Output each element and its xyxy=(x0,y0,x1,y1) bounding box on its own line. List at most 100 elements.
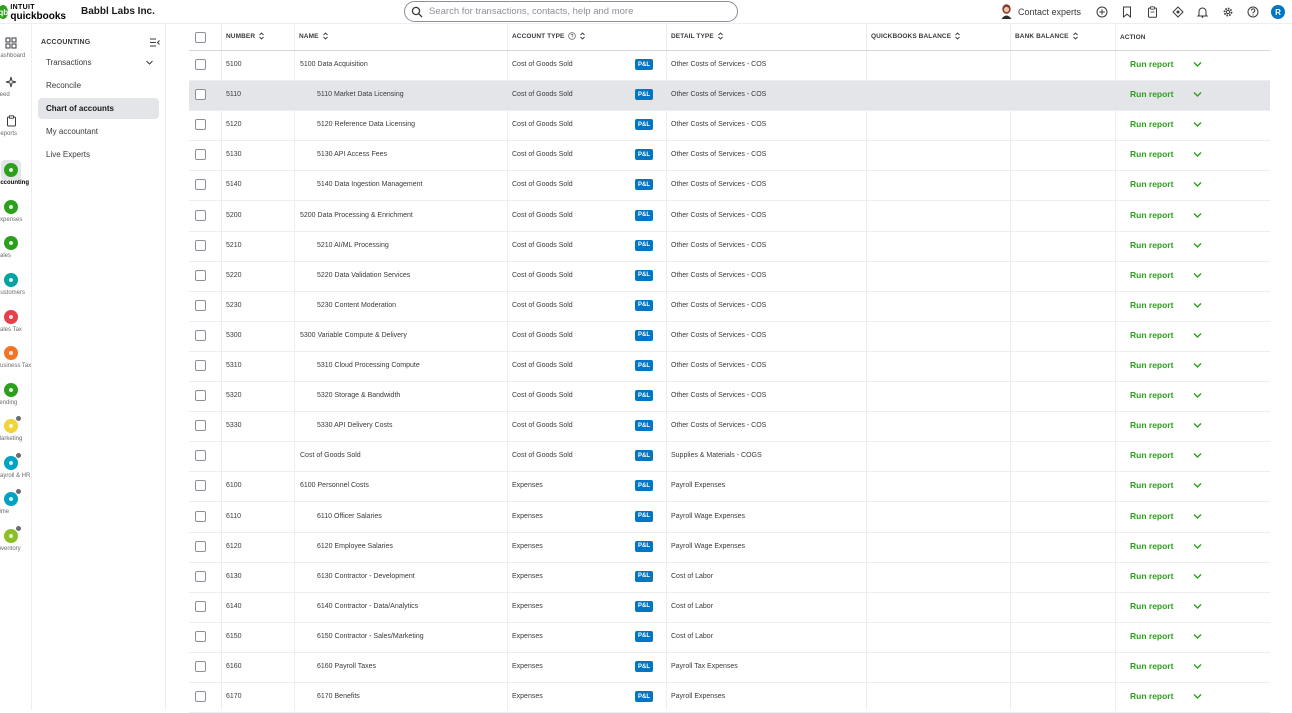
rail-item-payroll[interactable]: Payroll & HR xyxy=(0,453,32,479)
chevron-down-icon[interactable] xyxy=(1193,573,1202,580)
chevron-down-icon[interactable] xyxy=(1193,633,1202,640)
column-header-quickbooks-balance[interactable]: QUICKBOOKS BALANCE xyxy=(871,32,960,40)
row-checkbox[interactable] xyxy=(195,239,206,251)
run-report-link[interactable]: Run report xyxy=(1130,420,1173,430)
chevron-down-icon[interactable] xyxy=(1193,513,1202,520)
help-icon[interactable] xyxy=(1246,5,1260,19)
chevron-down-icon[interactable] xyxy=(1193,663,1202,670)
table-row[interactable]: Cost of Goods Sold Cost of Goods Sold P&L S… xyxy=(189,442,1270,473)
run-report-link[interactable]: Run report xyxy=(1130,210,1173,220)
run-report-link[interactable]: Run report xyxy=(1130,631,1173,641)
table-row[interactable]: 5100 5100 Data Acquisition Cost of Goods S… xyxy=(189,51,1270,81)
subnav-item-transactions[interactable]: Transactions xyxy=(38,52,159,73)
settings-gear-icon[interactable] xyxy=(1221,5,1235,19)
run-report-link[interactable]: Run report xyxy=(1130,571,1173,581)
row-checkbox[interactable] xyxy=(195,89,206,101)
run-report-link[interactable]: Run report xyxy=(1130,270,1173,280)
rail-item-expenses[interactable]: Expenses xyxy=(0,200,32,223)
column-header-number[interactable]: NUMBER xyxy=(226,32,264,40)
chevron-down-icon[interactable] xyxy=(1193,392,1202,399)
subnav-item-chart-of-accounts[interactable]: Chart of accounts xyxy=(38,98,159,119)
row-checkbox[interactable] xyxy=(195,59,206,70)
subnav-item-live-experts[interactable]: Live Experts xyxy=(38,144,159,165)
row-checkbox[interactable] xyxy=(195,480,206,492)
subnav-item-reconcile[interactable]: Reconcile xyxy=(38,75,159,96)
rail-item-dashboard[interactable]: Dashboard xyxy=(0,36,32,59)
chevron-down-icon[interactable] xyxy=(1193,151,1202,158)
user-avatar[interactable]: R xyxy=(1271,5,1285,19)
row-checkbox[interactable] xyxy=(195,329,206,341)
search-bar[interactable]: Search for transactions, contacts, help … xyxy=(404,1,738,22)
run-report-link[interactable]: Run report xyxy=(1130,179,1173,189)
rail-item-sales[interactable]: Sales xyxy=(0,236,32,259)
table-row[interactable]: 6120 6120 Employee Salaries Expenses P&L Pay… xyxy=(189,533,1270,563)
rail-item-sales-tax[interactable]: Sales Tax xyxy=(0,310,32,333)
row-checkbox[interactable] xyxy=(195,630,206,642)
contact-experts-button[interactable]: Contact experts xyxy=(1000,4,1081,19)
row-checkbox[interactable] xyxy=(195,269,206,281)
run-report-link[interactable]: Run report xyxy=(1130,661,1173,671)
table-row[interactable]: 5110 5110 Market Data Licensing Cost of Go… xyxy=(189,81,1270,112)
chevron-down-icon[interactable] xyxy=(1193,181,1202,188)
chevron-down-icon[interactable] xyxy=(1193,422,1202,429)
rail-item-time[interactable]: Time xyxy=(0,489,32,515)
row-checkbox[interactable] xyxy=(195,360,206,371)
row-checkbox[interactable] xyxy=(195,149,206,161)
run-report-link[interactable]: Run report xyxy=(1130,541,1173,551)
table-row[interactable]: 5300 5300 Variable Compute & Delivery Cost… xyxy=(189,322,1270,352)
chevron-down-icon[interactable] xyxy=(1193,543,1202,550)
column-header-detail-type[interactable]: DETAIL TYPE xyxy=(671,32,723,40)
chevron-down-icon[interactable] xyxy=(1193,452,1202,459)
notifications-bell-icon[interactable] xyxy=(1196,5,1210,19)
row-checkbox[interactable] xyxy=(195,600,206,612)
row-checkbox[interactable] xyxy=(195,420,206,432)
table-row[interactable]: 5310 5310 Cloud Processing Compute Cost of… xyxy=(189,352,1270,382)
collapse-menu-icon[interactable] xyxy=(150,38,160,47)
run-report-link[interactable]: Run report xyxy=(1130,330,1173,340)
table-row[interactable]: 5140 5140 Data Ingestion Management Cost o… xyxy=(189,171,1270,202)
run-report-link[interactable]: Run report xyxy=(1130,691,1173,701)
row-checkbox[interactable] xyxy=(195,390,206,402)
table-row[interactable]: 6150 6150 Contractor - Sales/Marketing Exp… xyxy=(189,623,1270,653)
row-checkbox[interactable] xyxy=(195,661,206,672)
chevron-down-icon[interactable] xyxy=(1193,212,1202,219)
chevron-down-icon[interactable] xyxy=(1193,362,1202,369)
table-row[interactable]: 6140 6140 Contractor - Data/Analytics Expe… xyxy=(189,593,1270,623)
table-row[interactable]: 5320 5320 Storage & Bandwidth Cost of Good… xyxy=(189,382,1270,413)
run-report-link[interactable]: Run report xyxy=(1130,390,1173,400)
row-checkbox[interactable] xyxy=(195,299,206,311)
table-row[interactable]: 5120 5120 Reference Data Licensing Cost of… xyxy=(189,111,1270,142)
table-row[interactable]: 6160 6160 Payroll Taxes Expenses P&L Payroll… xyxy=(189,653,1270,683)
table-row[interactable]: 5220 5220 Data Validation Services Cost of… xyxy=(189,262,1270,292)
table-row[interactable]: 6100 6100 Personnel Costs Expenses P&L Payro… xyxy=(189,472,1270,503)
chevron-down-icon[interactable] xyxy=(1193,482,1202,489)
apps-icon[interactable] xyxy=(1171,5,1185,19)
run-report-link[interactable]: Run report xyxy=(1130,89,1173,99)
quickbooks-logo[interactable]: qb INTUIT quickbooks xyxy=(0,2,66,22)
chevron-down-icon[interactable] xyxy=(1193,121,1202,128)
table-row[interactable]: 5200 5200 Data Processing & Enrichment Cos… xyxy=(189,202,1270,232)
chevron-down-icon[interactable] xyxy=(1193,302,1202,309)
run-report-link[interactable]: Run report xyxy=(1130,480,1173,490)
column-header-bank-balance[interactable]: BANK BALANCE xyxy=(1015,32,1078,40)
chevron-down-icon[interactable] xyxy=(1193,242,1202,249)
run-report-link[interactable]: Run report xyxy=(1130,450,1173,460)
search-input[interactable]: Search for transactions, contacts, help … xyxy=(429,6,633,17)
table-row[interactable]: 6170 6170 Benefits Expenses P&L Payroll Expe… xyxy=(189,683,1270,713)
column-header-account-type[interactable]: ACCOUNT TYPE xyxy=(512,32,586,40)
table-row[interactable]: 5130 5130 API Access Fees Cost of Goods So… xyxy=(189,141,1270,172)
clipboard-icon[interactable] xyxy=(1145,5,1159,19)
run-report-link[interactable]: Run report xyxy=(1130,360,1173,370)
rail-item-inventory[interactable]: Inventory xyxy=(0,526,32,552)
select-all-checkbox[interactable] xyxy=(195,32,206,43)
row-checkbox[interactable] xyxy=(195,691,206,703)
chevron-down-icon[interactable] xyxy=(1193,693,1202,700)
row-checkbox[interactable] xyxy=(195,540,206,552)
chevron-down-icon[interactable] xyxy=(1193,332,1202,339)
create-new-icon[interactable] xyxy=(1095,5,1109,19)
info-help-icon[interactable] xyxy=(568,32,577,40)
table-row[interactable]: 6110 6110 Officer Salaries Expenses P&L Payr… xyxy=(189,503,1270,533)
row-checkbox[interactable] xyxy=(195,179,206,191)
run-report-link[interactable]: Run report xyxy=(1130,511,1173,521)
run-report-link[interactable]: Run report xyxy=(1130,601,1173,611)
